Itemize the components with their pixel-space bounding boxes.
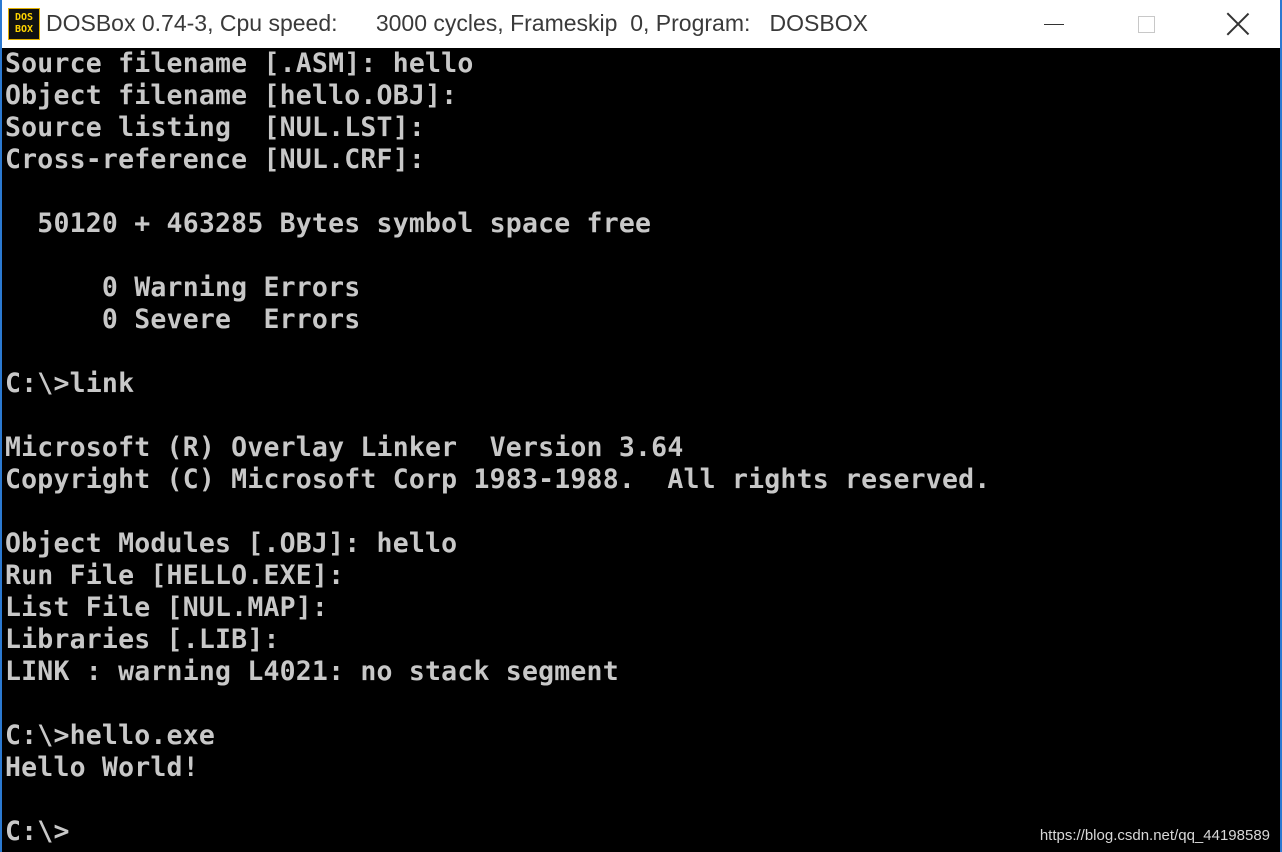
close-button[interactable] bbox=[1192, 0, 1282, 48]
terminal-line: C:\>link bbox=[5, 368, 135, 399]
window-title: DOSBox 0.74-3, Cpu speed: 3000 cycles, F… bbox=[46, 10, 868, 36]
terminal-line: List File [NUL.MAP]: bbox=[5, 592, 329, 623]
terminal-line: Run File [HELLO.EXE]: bbox=[5, 560, 345, 591]
close-icon bbox=[1227, 13, 1249, 35]
terminal-line: Copyright (C) Microsoft Corp 1983-1988. … bbox=[5, 464, 991, 495]
maximize-icon bbox=[1137, 15, 1155, 33]
minimize-button[interactable] bbox=[1008, 0, 1100, 48]
icon-text-top: DOS bbox=[14, 12, 34, 23]
terminal-line: 0 Severe Errors bbox=[5, 304, 361, 335]
terminal-line: Microsoft (R) Overlay Linker Version 3.6… bbox=[5, 432, 684, 463]
terminal-line: 0 Warning Errors bbox=[5, 272, 361, 303]
terminal-line: Hello World! bbox=[5, 752, 199, 783]
terminal-line: Object Modules [.OBJ]: hello bbox=[5, 528, 458, 559]
command-prompt[interactable]: C:\> bbox=[5, 816, 70, 848]
watermark-url: https://blog.csdn.net/qq_44198589 bbox=[1039, 827, 1270, 844]
title-bar[interactable]: DOS BOX DOSBox 0.74-3, Cpu speed: 3000 c… bbox=[2, 0, 1280, 48]
terminal-line: Cross-reference [NUL.CRF]: bbox=[5, 144, 426, 175]
terminal-line: 50120 + 463285 Bytes symbol space free bbox=[5, 208, 652, 239]
terminal-line: Object filename [hello.OBJ]: bbox=[5, 80, 458, 111]
terminal-line: Source filename [.ASM]: hello bbox=[5, 48, 474, 79]
dos-terminal[interactable]: Source filename [.ASM]: hello Object fil… bbox=[2, 48, 1280, 852]
minimize-icon bbox=[1044, 23, 1064, 25]
terminal-line: Source listing [NUL.LST]: bbox=[5, 112, 426, 143]
icon-text-bottom: BOX bbox=[14, 24, 34, 35]
terminal-line: Libraries [.LIB]: bbox=[5, 624, 280, 655]
dosbox-window: DOS BOX DOSBox 0.74-3, Cpu speed: 3000 c… bbox=[0, 0, 1282, 852]
terminal-line: LINK : warning L4021: no stack segment bbox=[5, 656, 619, 687]
dosbox-icon[interactable]: DOS BOX bbox=[8, 8, 40, 40]
maximize-button[interactable] bbox=[1100, 0, 1192, 48]
terminal-line: C:\>hello.exe bbox=[5, 720, 216, 751]
